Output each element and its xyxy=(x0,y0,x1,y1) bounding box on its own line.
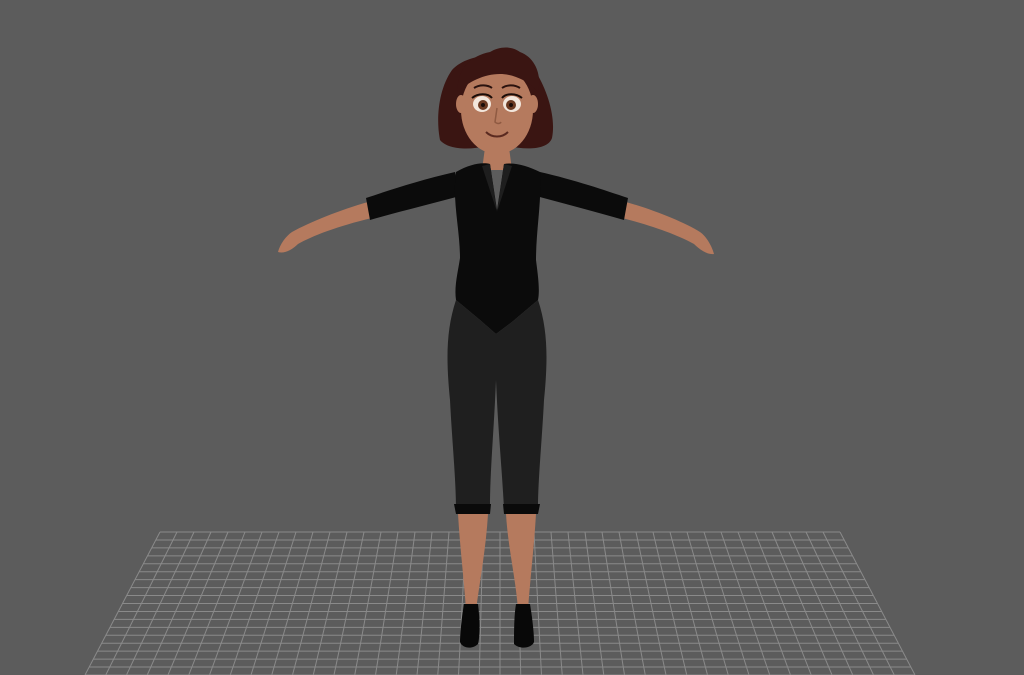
viewport-3d[interactable] xyxy=(0,0,1024,675)
character-arm-right xyxy=(622,202,714,255)
viewport-scene[interactable] xyxy=(0,0,1024,675)
ground-grid xyxy=(84,531,916,675)
character-ear-right xyxy=(528,95,538,113)
character-shoe-right xyxy=(514,604,534,648)
character-model[interactable] xyxy=(278,47,714,648)
character-top xyxy=(454,163,541,334)
character-sleeve-left xyxy=(366,172,460,220)
character-ear-left xyxy=(456,95,466,113)
character-sleeve-right xyxy=(536,172,628,220)
character-pant-cuff-right xyxy=(503,504,540,514)
character-arm-left xyxy=(278,202,372,253)
character-shoe-left xyxy=(460,604,480,648)
character-pant-cuff-left xyxy=(454,504,491,514)
